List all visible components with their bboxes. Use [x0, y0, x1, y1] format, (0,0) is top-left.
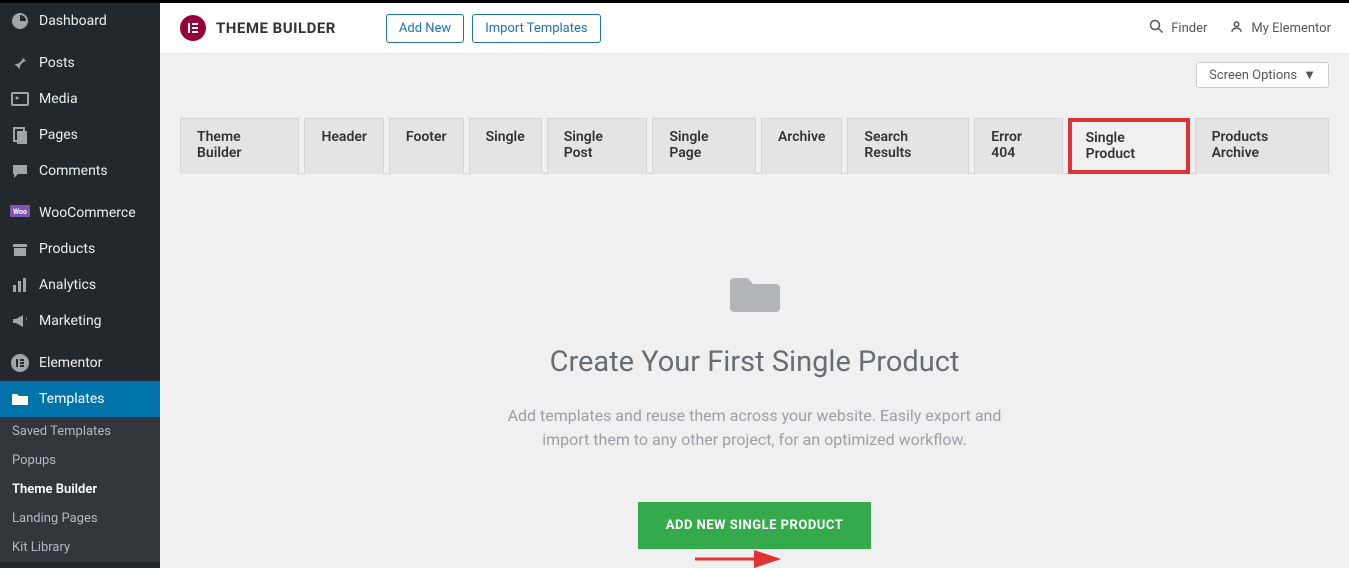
page-title: THEME BUILDER [216, 19, 336, 37]
add-new-single-product-button[interactable]: ADD NEW SINGLE PRODUCT [638, 502, 871, 549]
megaphone-icon [10, 311, 30, 331]
sidebar-label: Comments [39, 163, 108, 179]
my-elementor-link[interactable]: My Elementor [1229, 19, 1331, 38]
tab-products-archive[interactable]: Products Archive [1195, 118, 1329, 174]
sidebar-item-media[interactable]: Media [0, 81, 160, 117]
folder-icon [10, 389, 30, 409]
submenu-saved-templates[interactable]: Saved Templates [0, 417, 160, 446]
tab-footer[interactable]: Footer [389, 118, 464, 174]
sidebar-item-marketing[interactable]: Marketing [0, 303, 160, 339]
sidebar-label: WooCommerce [39, 205, 136, 221]
sidebar-label: Posts [39, 55, 75, 71]
sidebar-submenu: Saved Templates Popups Theme Builder Lan… [0, 417, 160, 562]
sidebar-item-products[interactable]: Products [0, 231, 160, 267]
pin-icon [10, 53, 30, 73]
dashboard-icon [10, 11, 30, 31]
submenu-popups[interactable]: Popups [0, 446, 160, 475]
tab-single-page[interactable]: Single Page [652, 118, 756, 174]
submenu-landing-pages[interactable]: Landing Pages [0, 504, 160, 533]
empty-state-description: Add templates and reuse them across your… [180, 404, 1329, 452]
sidebar-label: Analytics [39, 277, 96, 293]
finder-link[interactable]: Finder [1149, 19, 1207, 38]
elementor-icon [10, 353, 30, 373]
tab-archive[interactable]: Archive [761, 118, 842, 174]
sidebar-item-templates[interactable]: Templates [0, 381, 160, 417]
sidebar-label: Media [39, 91, 78, 107]
sidebar-label: Products [39, 241, 95, 257]
elementor-logo-icon [180, 15, 206, 41]
my-elementor-label: My Elementor [1251, 21, 1331, 36]
import-templates-button[interactable]: Import Templates [472, 14, 600, 43]
sidebar-label: Templates [39, 391, 105, 407]
user-icon [1229, 19, 1244, 38]
screen-options-label: Screen Options [1209, 68, 1297, 83]
finder-label: Finder [1171, 21, 1207, 36]
submenu-theme-builder[interactable]: Theme Builder [0, 475, 160, 504]
sidebar-label: Dashboard [39, 13, 107, 29]
media-icon [10, 89, 30, 109]
sidebar-item-dashboard[interactable]: Dashboard [0, 3, 160, 39]
add-new-button[interactable]: Add New [386, 14, 464, 43]
sidebar-item-woocommerce[interactable]: Woo WooCommerce [0, 195, 160, 231]
pages-icon [10, 125, 30, 145]
chart-icon [10, 275, 30, 295]
woocommerce-icon: Woo [10, 203, 30, 223]
comment-icon [10, 161, 30, 181]
search-icon [1149, 19, 1164, 38]
tab-theme-builder[interactable]: Theme Builder [180, 118, 299, 174]
archive-icon [10, 239, 30, 259]
svg-text:Woo: Woo [13, 208, 27, 216]
sidebar-item-elementor[interactable]: Elementor [0, 345, 160, 381]
empty-state-title: Create Your First Single Product [180, 345, 1329, 379]
tab-error-404[interactable]: Error 404 [974, 118, 1062, 174]
tab-single[interactable]: Single [469, 118, 542, 174]
sidebar-item-comments[interactable]: Comments [0, 153, 160, 189]
folder-large-icon [180, 274, 1329, 320]
tab-single-post[interactable]: Single Post [547, 118, 648, 174]
screen-options-button[interactable]: Screen Options ▼ [1196, 62, 1329, 88]
submenu-kit-library[interactable]: Kit Library [0, 533, 160, 562]
tab-header[interactable]: Header [304, 118, 383, 174]
top-bar: THEME BUILDER Add New Import Templates F… [160, 3, 1349, 54]
annotation-arrow-icon [690, 544, 790, 568]
sidebar-label: Elementor [39, 355, 102, 371]
chevron-down-icon: ▼ [1303, 67, 1316, 83]
sidebar-item-analytics[interactable]: Analytics [0, 267, 160, 303]
sidebar-label: Marketing [39, 313, 102, 329]
empty-state: Create Your First Single Product Add tem… [180, 174, 1329, 549]
sidebar-item-posts[interactable]: Posts [0, 45, 160, 81]
sidebar-label: Pages [39, 127, 78, 143]
tab-search-results[interactable]: Search Results [847, 118, 969, 174]
tab-single-product[interactable]: Single Product [1068, 118, 1190, 174]
template-type-tabs: Theme Builder Header Footer Single Singl… [180, 118, 1329, 174]
admin-sidebar: Dashboard Posts Media Pages Comments Woo… [0, 3, 160, 568]
sidebar-item-pages[interactable]: Pages [0, 117, 160, 153]
